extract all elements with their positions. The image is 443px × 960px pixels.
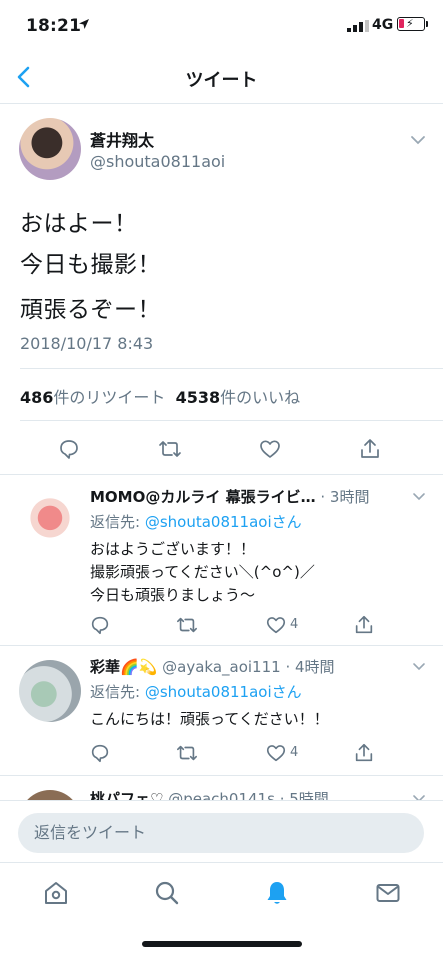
status-time: 18:21 [26,16,82,36]
divider [0,474,443,475]
reply-text-line: 撮影頑張ってください＼(^o^)／ [90,563,315,581]
avatar[interactable] [19,118,81,180]
retweet-icon[interactable] [176,742,198,764]
reply-input[interactable]: 返信をツイート [18,813,424,853]
reply-time: · 5時間 [279,790,329,800]
reply-time: · 3時間 [320,488,370,506]
reply-icon[interactable] [57,437,81,461]
divider [20,420,443,421]
divider [20,368,443,369]
retweet-label: 件のリツイート [53,388,166,407]
tweet-text-line: 今日も撮影！ [20,252,161,278]
reply-author-name[interactable]: 彩華🌈💫 [90,658,157,676]
reply-icon[interactable] [89,742,111,764]
chevron-down-icon[interactable] [412,662,426,672]
reply-text-line: こんにちは！頑張ってください！！ [90,710,329,728]
reply-to: 返信先: @shouta0811aoiさん [90,681,302,702]
author-name[interactable]: 蒼井翔太 [90,127,154,151]
heart-icon[interactable] [265,614,287,636]
reply-author-handle[interactable]: @ayaka_aoi111 [162,658,281,676]
like-count: 4538 [175,388,221,407]
share-icon[interactable] [353,742,375,764]
tweet-timestamp: 2018/10/17 8:43 [20,334,154,353]
reply-author-handle[interactable]: @peach0141s [168,790,275,800]
avatar[interactable] [19,490,81,552]
reply-to-link[interactable]: @shouta0811aoiさん [145,683,302,701]
avatar[interactable] [19,660,81,722]
network-type: 4G [372,17,394,33]
like-label: 件のいいね [220,388,301,407]
reply-to-label: 返信先: [90,683,145,701]
like-count: 4 [290,617,299,632]
battery-tip [426,21,428,27]
retweet-icon[interactable] [158,437,182,461]
heart-icon[interactable] [265,742,287,764]
tweet-text-line: おはよー！ [20,211,138,237]
signal-icon [347,20,369,32]
reply-header: 桃パフェ♡ @peach0141s · 5時間 [90,788,410,800]
mail-icon[interactable] [374,879,402,907]
reply-text-line: 今日も頑張りましょう〜 [90,586,256,604]
reply-tweet[interactable]: MOMO@カルライ 幕張ライビ… · 3時間 返信先: @shouta0811a… [0,476,443,644]
chevron-down-icon[interactable] [410,134,426,146]
battery-icon: ⚡ [397,17,425,31]
home-icon[interactable] [42,879,70,907]
reply-header: 彩華🌈💫 @ayaka_aoi111 · 4時間 [90,656,410,677]
reply-actions: 4 [0,742,443,766]
reply-to-link[interactable]: @shouta0811aoiさん [145,513,302,531]
reply-tweet[interactable]: 桃パフェ♡ @peach0141s · 5時間 [0,776,443,800]
location-arrow-icon [79,19,89,29]
tweet-text-line: 頑張るぞー！ [20,297,161,323]
chevron-down-icon[interactable] [412,492,426,502]
share-icon[interactable] [358,437,382,461]
reply-to-label: 返信先: [90,513,145,531]
home-indicator [142,941,302,947]
heart-icon[interactable] [258,437,282,461]
tweet-actions [0,428,443,474]
status-bar: 18:21 4G ⚡ [0,0,443,52]
bell-icon[interactable] [263,879,291,907]
reply-header: MOMO@カルライ 幕張ライビ… · 3時間 [90,486,410,507]
avatar[interactable] [19,790,81,800]
reply-to: 返信先: @shouta0811aoiさん [90,511,302,532]
like-count: 4 [290,745,299,760]
reply-actions: 4 [0,614,443,638]
reply-composer: 返信をツイート [0,800,443,862]
tweet-stats[interactable]: 486件のリツイート 4538件のいいね [20,384,300,408]
reply-icon[interactable] [89,614,111,636]
author-handle[interactable]: @shouta0811aoi [90,152,225,171]
retweet-count: 486 [20,388,54,407]
nav-bar: ツイート [0,52,443,104]
reply-author-name[interactable]: 桃パフェ♡ [90,790,163,800]
reply-author-name[interactable]: MOMO@カルライ 幕張ライビ… [90,488,316,506]
share-icon[interactable] [353,614,375,636]
search-icon[interactable] [153,879,181,907]
reply-text-line: おはようございます！！ [90,540,256,558]
page-title: ツイート [185,70,258,91]
reply-tweet[interactable]: 彩華🌈💫 @ayaka_aoi111 · 4時間 返信先: @shouta081… [0,646,443,774]
retweet-icon[interactable] [176,614,198,636]
reply-time: · 4時間 [285,658,335,676]
